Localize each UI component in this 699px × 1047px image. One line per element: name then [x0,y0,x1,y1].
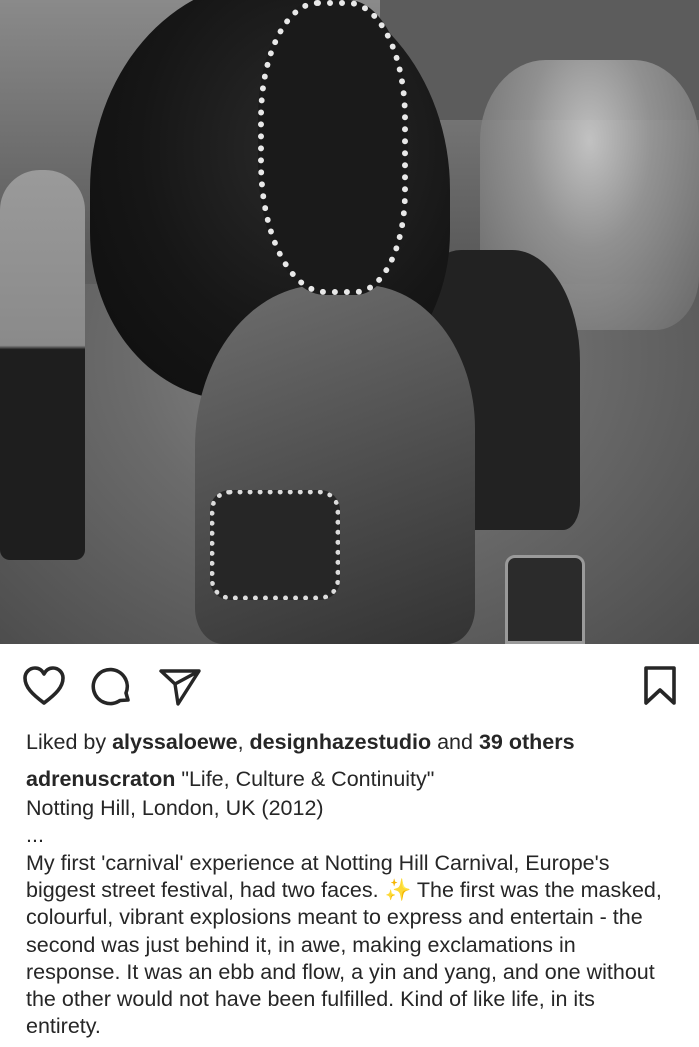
caption-ellipsis: ... [26,823,44,847]
bookmark-icon[interactable] [642,665,678,707]
travel-cup [505,555,585,644]
heart-icon[interactable] [22,665,66,707]
post-photo[interactable] [0,0,699,644]
caption-location: Notting Hill, London, UK (2012) [26,796,324,820]
caption-title: "Life, Culture & Continuity" [175,767,435,791]
others-likes-link[interactable]: 39 others [479,730,575,754]
beaded-mask [258,0,408,295]
caption-text-part2: The first was the masked, colourful, vib… [26,878,662,1039]
likes-separator: , [237,730,250,754]
beaded-armband [210,490,340,600]
bystander [0,170,85,560]
send-icon[interactable] [158,666,202,708]
author-username[interactable]: adrenuscraton [26,767,175,791]
liker-link-1[interactable]: alyssaloewe [112,730,238,754]
likes-line: Liked by alyssaloewe, designhazestudio a… [26,728,673,756]
caption-header: adrenuscraton "Life, Culture & Continuit… [26,766,673,793]
post-actions-bar [0,644,699,728]
sparkles-emoji-icon: ✨ [384,878,412,903]
likes-and: and [431,730,479,754]
post-meta: Liked by alyssaloewe, designhazestudio a… [0,728,699,1040]
caption-body: My first 'carnival' experience at Nottin… [26,850,673,1040]
comment-icon[interactable] [91,666,133,708]
likes-prefix: Liked by [26,730,113,754]
liker-link-2[interactable]: designhazestudio [250,730,432,754]
